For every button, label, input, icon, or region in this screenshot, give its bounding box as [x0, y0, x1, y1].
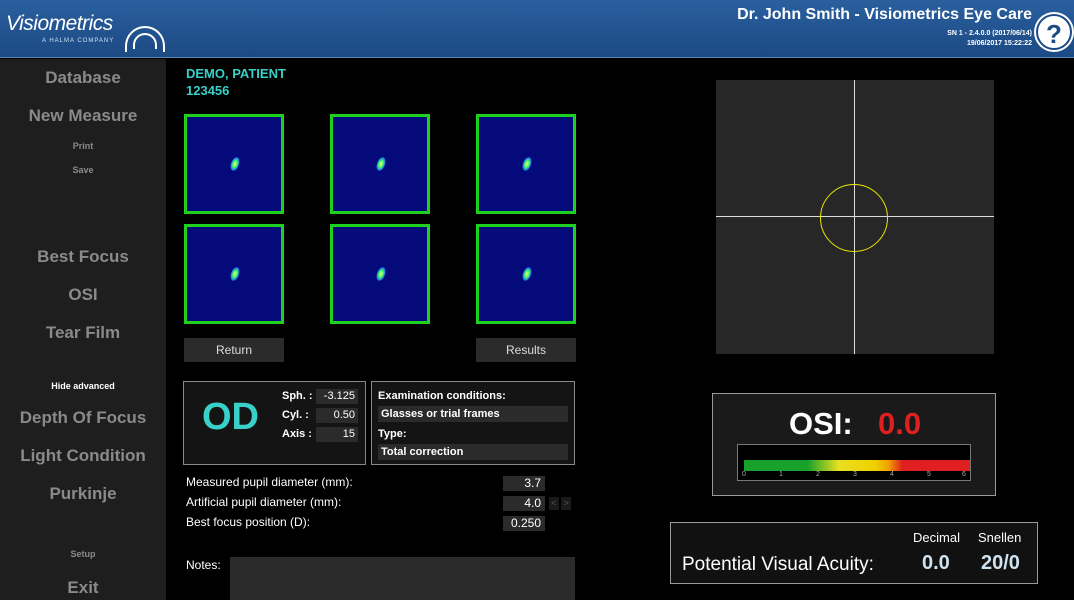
results-button[interactable]: Results	[476, 338, 576, 362]
psf-spot	[520, 266, 534, 282]
osi-tick: 0	[742, 471, 746, 478]
psf-image-6[interactable]	[476, 224, 576, 324]
decimal-header: Decimal	[913, 530, 960, 545]
visiometrics-logo: Visiometrics	[6, 12, 113, 35]
psf-spot	[228, 266, 242, 282]
pupil-increase-arrow-icon[interactable]: >	[561, 497, 571, 510]
artificial-pupil-value: 4.0	[503, 496, 545, 511]
osi-scale: 0 1 2 3 4 5 6	[737, 444, 971, 481]
decimal-value: 0.0	[922, 552, 950, 574]
psf-spot	[374, 156, 388, 172]
osi-tick: 6	[962, 471, 966, 478]
psf-detail-image	[716, 80, 994, 354]
visual-acuity-label: Potential Visual Acuity:	[682, 554, 874, 575]
pupil-decrease-arrow-icon[interactable]: <	[549, 497, 559, 510]
osi-panel: OSI: 0.0 0 1 2 3 4 5 6	[712, 393, 996, 496]
best-focus-value: 0.250	[503, 516, 545, 531]
nav-save[interactable]: Save	[0, 165, 166, 175]
measured-pupil-label: Measured pupil diameter (mm):	[186, 475, 353, 489]
snellen-header: Snellen	[978, 530, 1022, 545]
osi-tick: 5	[927, 471, 931, 478]
osi-value: 0.0	[878, 406, 922, 441]
sph-label: Sph. :	[282, 390, 313, 402]
exam-conditions-title: Examination conditions:	[378, 390, 506, 402]
return-button[interactable]: Return	[184, 338, 284, 362]
refraction-panel: OD Sph. : -3.125 Cyl. : 0.50 Axis : 15	[183, 381, 366, 465]
nav-setup[interactable]: Setup	[0, 549, 166, 559]
osi-tick: 4	[890, 471, 894, 478]
axis-value: 15	[316, 427, 358, 442]
measured-pupil-value: 3.7	[503, 476, 545, 491]
patient-id: 123456	[186, 83, 230, 98]
eye-label: OD	[202, 396, 259, 438]
exam-condition-value: Glasses or trial frames	[378, 406, 568, 422]
help-button[interactable]: ?	[1036, 14, 1072, 50]
artificial-pupil-label: Artificial pupil diameter (mm):	[186, 495, 342, 509]
nav-exit[interactable]: Exit	[0, 578, 166, 598]
osi-tick: 3	[853, 471, 857, 478]
sph-value: -3.125	[316, 389, 358, 404]
notes-label: Notes:	[186, 558, 221, 572]
nav-tear-film[interactable]: Tear Film	[0, 323, 166, 343]
cyl-value: 0.50	[316, 408, 358, 423]
axis-label: Axis :	[282, 428, 312, 440]
nav-purkinje[interactable]: Purkinje	[0, 484, 166, 504]
datetime-text: 19/06/2017 15:22:22	[967, 40, 1032, 47]
logo-subtitle: A HALMA COMPANY	[42, 38, 115, 44]
version-info: SN 1 - 2.4.0.0 (2017/06/14) 19/06/2017 1…	[947, 29, 1032, 49]
psf-spot	[228, 156, 242, 172]
psf-image-2[interactable]	[330, 114, 430, 214]
psf-image-4[interactable]	[184, 224, 284, 324]
osi-tick: 2	[816, 471, 820, 478]
psf-image-1[interactable]	[184, 114, 284, 214]
exam-type-label: Type:	[378, 428, 407, 440]
visual-acuity-panel: Decimal Snellen Potential Visual Acuity:…	[670, 522, 1038, 584]
psf-image-3[interactable]	[476, 114, 576, 214]
nav-hide-advanced[interactable]: Hide advanced	[0, 381, 166, 391]
nav-database[interactable]: Database	[0, 68, 166, 88]
psf-image-5[interactable]	[330, 224, 430, 324]
cyl-label: Cyl. :	[282, 409, 309, 421]
osi-tick: 1	[779, 471, 783, 478]
psf-spot	[374, 266, 388, 282]
exam-type-value: Total correction	[378, 444, 568, 460]
nav-osi[interactable]: OSI	[0, 285, 166, 305]
snellen-value: 20/0	[981, 552, 1020, 574]
patient-name: DEMO, PATIENT	[186, 66, 286, 81]
best-focus-label: Best focus position (D):	[186, 515, 311, 529]
nav-light-condition[interactable]: Light Condition	[0, 446, 166, 466]
exam-conditions-panel: Examination conditions: Glasses or trial…	[371, 381, 575, 465]
osi-scale-bar	[744, 460, 970, 471]
psf-spot	[520, 156, 534, 172]
pupil-circle	[820, 184, 888, 252]
clinic-title: Dr. John Smith - Visiometrics Eye Care	[737, 6, 1032, 23]
nav-new-measure[interactable]: New Measure	[0, 106, 166, 126]
version-text: SN 1 - 2.4.0.0 (2017/06/14)	[947, 30, 1032, 37]
notes-field[interactable]	[230, 557, 575, 600]
osi-label: OSI:	[789, 406, 853, 441]
nav-best-focus[interactable]: Best Focus	[0, 247, 166, 267]
app-header: Visiometrics A HALMA COMPANY Dr. John Sm…	[0, 0, 1074, 58]
nav-print[interactable]: Print	[0, 141, 166, 151]
nav-depth-of-focus[interactable]: Depth Of Focus	[0, 408, 166, 428]
